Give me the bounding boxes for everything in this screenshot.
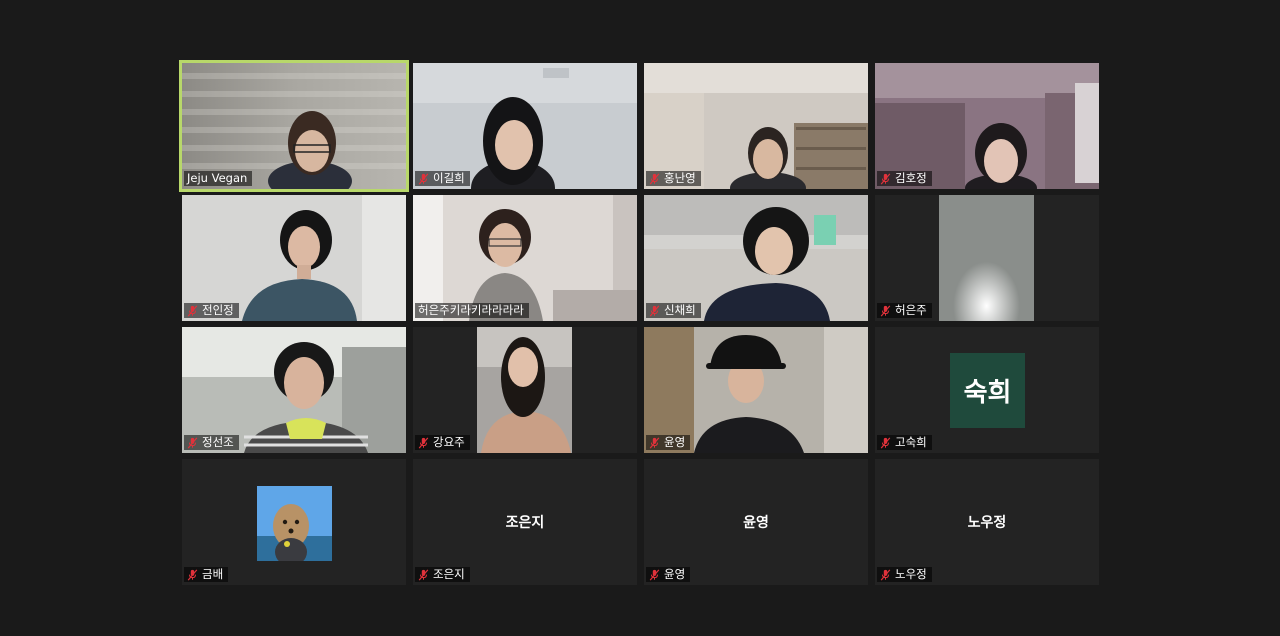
- microphone-muted-icon: [187, 305, 198, 317]
- participant-tile[interactable]: Jeju Vegan: [179, 60, 409, 192]
- participant-display-name: 노우정: [967, 515, 1007, 531]
- microphone-muted-icon: [649, 437, 660, 449]
- participant-tile[interactable]: 숙희 고숙희: [875, 327, 1099, 453]
- participant-video: [477, 327, 572, 453]
- participant-tile[interactable]: 정선조: [182, 327, 406, 453]
- participant-name-label: 전인정: [184, 303, 239, 318]
- participant-tile[interactable]: 허은주키라키라라라라: [413, 195, 637, 321]
- participant-name-label: 허은주키라키라라라라: [415, 303, 529, 318]
- participant-tile[interactable]: 조은지 조은지: [413, 459, 637, 585]
- participant-tile[interactable]: 홍난영: [644, 63, 868, 189]
- microphone-muted-icon: [880, 437, 891, 449]
- participant-name-label: 강요주: [415, 435, 470, 450]
- microphone-muted-icon: [418, 437, 429, 449]
- microphone-muted-icon: [649, 173, 660, 185]
- participant-name-label: 이길희: [415, 171, 470, 186]
- participant-name-label: 고숙희: [877, 435, 932, 450]
- participant-tile[interactable]: 윤영 윤영: [644, 459, 868, 585]
- participant-tile[interactable]: 금배: [182, 459, 406, 585]
- participant-display-name: 조은지: [505, 515, 545, 531]
- participant-name-label: 홍난영: [646, 171, 701, 186]
- microphone-muted-icon: [649, 569, 660, 581]
- participant-tile[interactable]: 허은주: [875, 195, 1099, 321]
- microphone-muted-icon: [649, 305, 660, 317]
- microphone-muted-icon: [880, 569, 891, 581]
- participant-tile[interactable]: 윤영: [644, 327, 868, 453]
- participant-name-label: 허은주: [877, 303, 932, 318]
- participant-display-name: 윤영: [743, 515, 769, 531]
- video-gallery: Jeju Vegan 이길희 홍난영 김호정 전인정 허은주키라키라라라라 신채…: [179, 60, 1099, 585]
- participant-profile-picture: [257, 486, 332, 561]
- microphone-muted-icon: [880, 173, 891, 185]
- microphone-muted-icon: [187, 569, 198, 581]
- microphone-muted-icon: [418, 569, 429, 581]
- participant-name-label: 신채희: [646, 303, 701, 318]
- participant-tile[interactable]: 김호정: [875, 63, 1099, 189]
- participant-tile[interactable]: 노우정 노우정: [875, 459, 1099, 585]
- participant-tile[interactable]: 강요주: [413, 327, 637, 453]
- microphone-muted-icon: [187, 437, 198, 449]
- participant-avatar: 숙희: [950, 353, 1025, 428]
- participant-name-label: 정선조: [184, 435, 239, 450]
- participant-tile[interactable]: 전인정: [182, 195, 406, 321]
- participant-name-label: 윤영: [646, 567, 691, 582]
- participant-name-label: Jeju Vegan: [184, 171, 253, 186]
- microphone-muted-icon: [418, 173, 429, 185]
- participant-name-label: 김호정: [877, 171, 932, 186]
- participant-name-label: 금배: [184, 567, 229, 582]
- participant-video: [939, 195, 1034, 321]
- participant-tile[interactable]: 이길희: [413, 63, 637, 189]
- participant-name-label: 조은지: [415, 567, 470, 582]
- microphone-muted-icon: [880, 305, 891, 317]
- participant-name-label: 노우정: [877, 567, 932, 582]
- participant-tile[interactable]: 신채희: [644, 195, 868, 321]
- participant-name-label: 윤영: [646, 435, 691, 450]
